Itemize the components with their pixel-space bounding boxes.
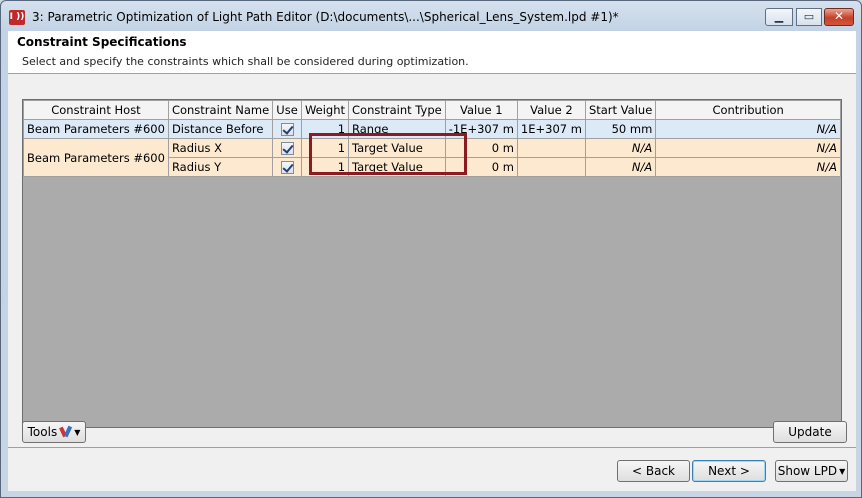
tools-label: Tools bbox=[27, 425, 58, 439]
page-title: Constraint Specifications bbox=[17, 35, 187, 49]
start-value-cell[interactable]: N/A bbox=[584, 157, 657, 177]
update-button[interactable]: Update bbox=[773, 421, 847, 443]
wizard-client-area: Constraint Specifications Select and spe… bbox=[8, 31, 856, 491]
constraint-name-cell[interactable]: Radius Y bbox=[167, 157, 274, 177]
tools-button[interactable]: Tools ▼ bbox=[22, 421, 86, 443]
column-header[interactable]: Constraint Type bbox=[348, 100, 446, 120]
column-header[interactable]: Start Value bbox=[584, 100, 657, 120]
use-cell[interactable] bbox=[272, 119, 302, 139]
close-button[interactable]: ✕ bbox=[824, 8, 854, 26]
column-header[interactable]: Value 2 bbox=[516, 100, 586, 120]
constraint-type-cell[interactable]: Target Value bbox=[348, 157, 446, 177]
title-bar[interactable]: I )) 3: Parametric Optimization of Light… bbox=[1, 1, 861, 31]
tools-icon bbox=[60, 426, 72, 438]
use-cell[interactable] bbox=[272, 157, 302, 177]
show-lpd-button[interactable]: Show LPD ▼ bbox=[775, 460, 848, 482]
constraint-name-cell[interactable]: Distance Before bbox=[167, 119, 274, 139]
constraint-type-cell[interactable]: Target Value bbox=[348, 138, 446, 158]
minimize-button[interactable]: ▁ bbox=[765, 8, 793, 26]
weight-cell[interactable]: 1 bbox=[300, 138, 350, 158]
use-cell[interactable] bbox=[272, 138, 302, 158]
column-header[interactable]: Value 1 bbox=[444, 100, 518, 120]
maximize-icon: ▭ bbox=[803, 10, 815, 23]
value1-cell[interactable]: -1E+307 m bbox=[444, 119, 518, 139]
contribution-cell: N/A bbox=[655, 157, 841, 177]
app-logo-icon: I )) bbox=[9, 10, 25, 25]
value1-cell[interactable]: 0 m bbox=[444, 138, 518, 158]
value2-cell[interactable]: 1E+307 m bbox=[516, 119, 586, 139]
value2-cell[interactable] bbox=[516, 157, 586, 177]
value2-cell[interactable] bbox=[516, 138, 586, 158]
constraint-host-cell[interactable]: Beam Parameters #600 bbox=[23, 138, 169, 177]
column-header[interactable]: Constraint Name bbox=[167, 100, 274, 120]
dropdown-arrow-icon: ▼ bbox=[74, 428, 81, 437]
start-value-cell[interactable]: 50 mm bbox=[584, 119, 657, 139]
start-value-cell[interactable]: N/A bbox=[584, 138, 657, 158]
footer-divider bbox=[8, 447, 856, 448]
constraint-type-cell[interactable]: Range bbox=[348, 119, 446, 139]
constraint-name-cell[interactable]: Radius X bbox=[167, 138, 274, 158]
value1-cell[interactable]: 0 m bbox=[444, 157, 518, 177]
use-checkbox[interactable] bbox=[280, 142, 294, 155]
page-subtitle: Select and specify the constraints which… bbox=[22, 55, 469, 68]
maximize-button[interactable]: ▭ bbox=[796, 8, 822, 26]
back-button[interactable]: < Back bbox=[617, 460, 690, 482]
weight-cell[interactable]: 1 bbox=[300, 157, 350, 177]
contribution-cell: N/A bbox=[655, 119, 841, 139]
minimize-icon: ▁ bbox=[774, 10, 784, 23]
constraints-grid[interactable]: Constraint Host Constraint Name Use Weig… bbox=[22, 99, 842, 428]
contribution-cell: N/A bbox=[655, 138, 841, 158]
column-header[interactable]: Contribution bbox=[655, 100, 841, 120]
column-header[interactable]: Use bbox=[272, 100, 302, 120]
wizard-header: Constraint Specifications Select and spe… bbox=[8, 31, 856, 74]
dropdown-arrow-icon: ▼ bbox=[839, 467, 846, 476]
next-button[interactable]: Next > bbox=[692, 460, 766, 482]
show-lpd-label: Show LPD bbox=[777, 464, 838, 478]
use-checkbox[interactable] bbox=[280, 123, 294, 136]
table-row[interactable]: Beam Parameters #600 Distance Before 1 R… bbox=[23, 119, 841, 139]
constraint-host-cell[interactable]: Beam Parameters #600 bbox=[23, 119, 169, 139]
column-header[interactable]: Weight bbox=[300, 100, 350, 120]
close-icon: ✕ bbox=[833, 9, 845, 23]
weight-cell[interactable]: 1 bbox=[300, 119, 350, 139]
window-title: 3: Parametric Optimization of Light Path… bbox=[32, 10, 619, 24]
constraints-table: Constraint Host Constraint Name Use Weig… bbox=[23, 100, 841, 177]
column-header[interactable]: Constraint Host bbox=[23, 100, 169, 120]
use-checkbox[interactable] bbox=[280, 161, 294, 174]
editor-window: I )) 3: Parametric Optimization of Light… bbox=[0, 0, 862, 498]
table-header-row: Constraint Host Constraint Name Use Weig… bbox=[23, 100, 841, 120]
table-row[interactable]: Beam Parameters #600 Radius X 1 Target V… bbox=[23, 138, 841, 177]
